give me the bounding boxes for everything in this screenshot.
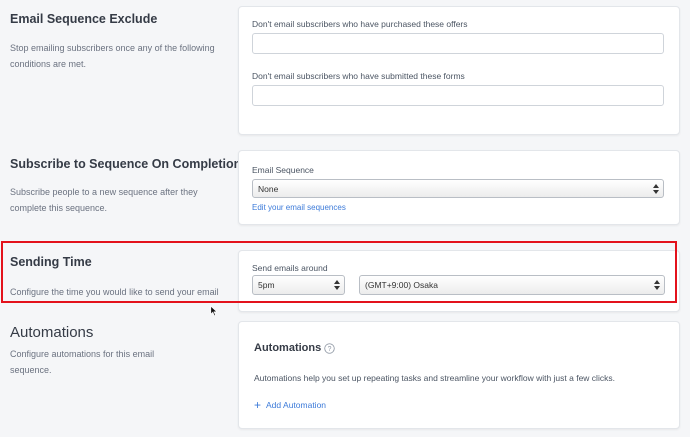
section-title-email-sequence-exclude: Email Sequence Exclude	[10, 12, 158, 26]
help-circle-icon[interactable]: ?	[324, 342, 335, 354]
section-desc-email-sequence-exclude: Stop emailing subscribers once any of th…	[10, 43, 215, 69]
select-arrows-icon	[653, 183, 659, 194]
send-time-select[interactable]: 5pm	[252, 275, 345, 295]
card-automations: Automations ? Automations help you set u…	[238, 321, 680, 429]
section-title-automations: Automations	[10, 324, 94, 341]
plus-icon: +	[254, 398, 262, 412]
send-emails-around-label: Send emails around	[252, 263, 328, 273]
add-automation-label: Add Automation	[266, 400, 327, 410]
section-desc-automations: Configure automations for this email seq…	[10, 349, 155, 375]
automations-card-title: Automations	[254, 342, 322, 354]
forms-label: Don't email subscribers who have submitt…	[252, 71, 465, 81]
email-sequence-selected: None	[258, 183, 279, 194]
section-title-sending-time: Sending Time	[10, 255, 92, 269]
select-arrows-icon	[334, 280, 340, 290]
offers-input[interactable]	[252, 33, 664, 54]
select-arrows-icon	[654, 280, 660, 290]
email-sequence-label: Email Sequence	[252, 165, 314, 175]
card-sending-time: Send emails around 5pm (GMT+9:00) Osaka	[238, 250, 680, 312]
add-automation-button[interactable]: + Add Automation	[254, 398, 327, 412]
timezone-select[interactable]: (GMT+9:00) Osaka	[359, 275, 665, 295]
timezone-selected: (GMT+9:00) Osaka	[365, 280, 438, 290]
section-desc-subscribe-on-completion: Subscribe people to a new sequence after…	[10, 187, 198, 213]
email-sequence-select[interactable]: None	[252, 179, 664, 198]
svg-text:?: ?	[328, 345, 332, 352]
mouse-cursor-icon	[210, 305, 218, 317]
card-subscribe-on-completion: Email Sequence None Edit your email sequ…	[238, 150, 680, 225]
card-email-sequence-exclude: Don't email subscribers who have purchas…	[238, 6, 680, 135]
offers-label: Don't email subscribers who have purchas…	[252, 19, 468, 29]
automations-card-header: Automations ?	[254, 342, 335, 354]
section-desc-sending-time: Configure the time you would like to sen…	[10, 287, 219, 297]
edit-email-sequences-link[interactable]: Edit your email sequences	[252, 203, 346, 212]
forms-input[interactable]	[252, 85, 664, 106]
automations-card-text: Automations help you set up repeating ta…	[254, 373, 615, 383]
send-time-selected: 5pm	[258, 280, 275, 290]
section-title-subscribe-on-completion: Subscribe to Sequence On Completion	[10, 157, 242, 171]
